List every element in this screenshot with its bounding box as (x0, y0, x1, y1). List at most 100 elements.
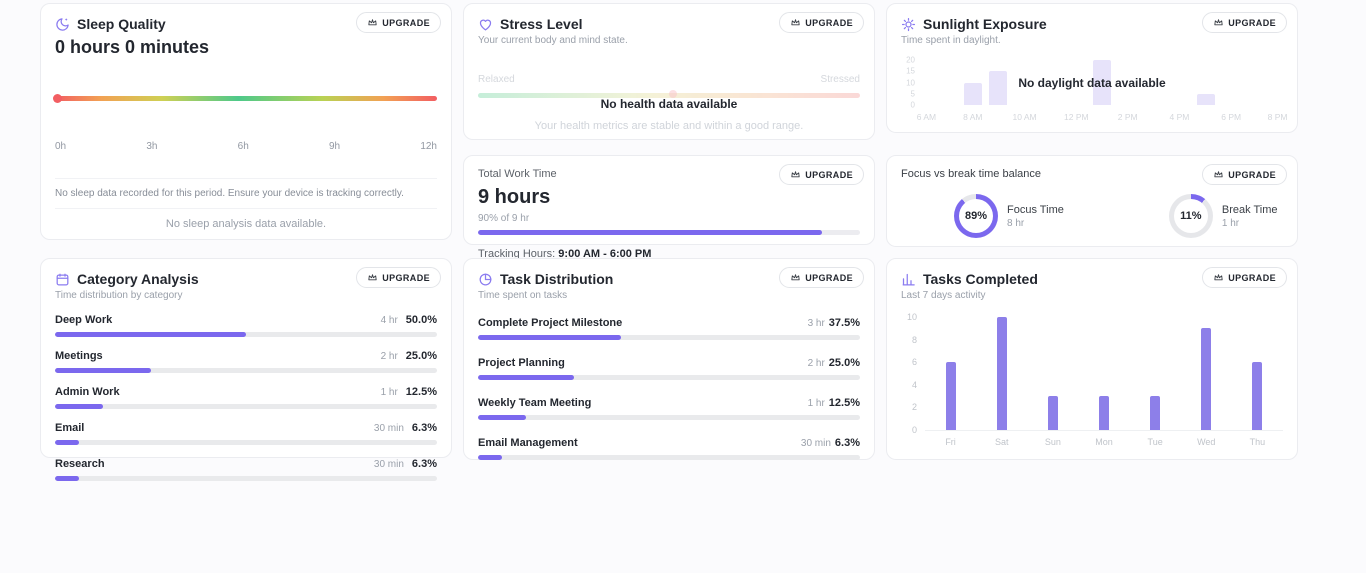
sleep-empty-state: No sleep analysis data available. (165, 218, 327, 230)
work-progress-fill (478, 230, 822, 235)
crown-icon (367, 272, 378, 283)
y-axis-tick: 0 (910, 100, 915, 110)
task-distribution-subtitle: Time spent on tasks (478, 290, 568, 301)
progress-track (55, 440, 437, 445)
category-analysis-card: Category Analysis Time distribution by c… (40, 258, 452, 481)
tasks-bar (1150, 396, 1161, 430)
progress-fill (478, 415, 526, 420)
category-label: Email (55, 422, 85, 434)
task-label: Email Management (478, 437, 578, 449)
progress-fill (478, 375, 574, 380)
upgrade-label: UPGRADE (805, 17, 853, 28)
column-left: Sleep Quality UPGRADE 0 hours 0 minutes … (40, 3, 452, 481)
category-row: Research 30 min 6.3% (55, 458, 437, 481)
upgrade-button[interactable]: UPGRADE (356, 267, 441, 288)
y-axis-tick: 5 (910, 89, 915, 99)
task-distribution-card: Task Distribution Time spent on tasks UP… (463, 258, 875, 460)
upgrade-label: UPGRADE (805, 169, 853, 180)
tasks-bar (1047, 396, 1058, 430)
category-label: Admin Work (55, 386, 120, 398)
y-axis-tick: 0 (911, 425, 917, 435)
task-time: 2 hr (807, 358, 825, 369)
focus-time-label: Focus Time (1007, 203, 1064, 216)
progress-track (478, 415, 860, 420)
tasks-bar (945, 362, 956, 430)
progress-track (55, 332, 437, 337)
tasks-bar (996, 317, 1007, 430)
category-time: 30 min (373, 459, 404, 470)
category-label: Deep Work (55, 314, 113, 326)
y-axis-tick: 2 (911, 402, 917, 413)
break-time-label: Break Time (1221, 203, 1278, 216)
y-axis-tick: 4 (911, 379, 917, 390)
category-label: Meetings (55, 350, 103, 362)
category-percent: 50.0% (405, 314, 437, 326)
stress-empty-title: No health data available (600, 97, 738, 111)
crown-icon (790, 17, 801, 28)
upgrade-button[interactable]: UPGRADE (779, 12, 864, 33)
focus-time-hours: 8 hr (1007, 217, 1025, 229)
crown-icon (1213, 17, 1224, 28)
upgrade-button[interactable]: UPGRADE (779, 164, 864, 185)
y-axis-tick: 6 (911, 357, 917, 368)
progress-track (478, 335, 860, 340)
x-axis-tick: 12 PM (1064, 112, 1089, 122)
break-time-percent: 11% (1173, 199, 1208, 233)
axis-tick: 9h (328, 141, 341, 152)
break-time-hours: 1 hr (1221, 217, 1240, 229)
axis-tick: 6h (237, 141, 249, 152)
progress-fill (478, 335, 622, 340)
heart-icon (478, 17, 493, 32)
category-time: 30 min (373, 423, 404, 434)
calendar-icon (55, 272, 70, 287)
work-time-value: 9 hours (478, 186, 551, 208)
progress-track (55, 476, 437, 481)
tasks-completed-subtitle: Last 7 days activity (901, 290, 986, 301)
category-percent: 6.3% (411, 458, 437, 470)
progress-track (55, 404, 437, 409)
break-time-donut-group: 11% Break Time 1 hr (1168, 194, 1278, 238)
x-axis-tick: 4 PM (1169, 112, 1190, 122)
upgrade-label: UPGRADE (805, 272, 853, 283)
upgrade-button[interactable]: UPGRADE (779, 267, 864, 288)
stress-scale: Relaxed Stressed No health data availabl… (478, 74, 860, 132)
sleep-quality-card: Sleep Quality UPGRADE 0 hours 0 minutes … (40, 3, 452, 240)
category-analysis-subtitle: Time distribution by category (55, 290, 183, 301)
upgrade-button[interactable]: UPGRADE (1202, 267, 1287, 288)
stress-scale-min-label: Relaxed (478, 74, 515, 85)
focus-break-balance-card: Focus vs break time balance UPGRADE 89% … (886, 155, 1298, 247)
category-analysis-title: Category Analysis (77, 271, 199, 287)
column-middle: Stress Level Your current body and mind … (463, 3, 875, 460)
x-axis-tick: 8 PM (1267, 112, 1288, 122)
category-row: Admin Work 1 hr 12.5% (55, 386, 437, 409)
x-axis-tick: Sat (994, 437, 1009, 447)
sleep-quality-scale (53, 94, 437, 103)
stress-level-title: Stress Level (500, 16, 583, 32)
work-progress-track (478, 230, 860, 235)
focus-time-percent: 89% (959, 199, 993, 233)
x-axis-tick: 8 AM (963, 112, 983, 122)
upgrade-button[interactable]: UPGRADE (1202, 12, 1287, 33)
task-label: Project Planning (478, 357, 565, 369)
x-axis-tick: 6 AM (916, 112, 937, 122)
category-percent: 25.0% (405, 350, 437, 362)
task-time: 3 hr (807, 318, 825, 329)
sunlight-x-axis: 6 AM 8 AM 10 AM 12 PM 2 PM 4 PM 6 PM 8 P… (917, 112, 1288, 124)
stress-level-card: Stress Level Your current body and mind … (463, 3, 875, 140)
upgrade-button[interactable]: UPGRADE (1202, 164, 1287, 185)
crown-icon (790, 169, 801, 180)
x-axis-tick: Mon (1095, 437, 1113, 447)
x-axis-tick: Sun (1044, 437, 1061, 447)
y-axis-tick: 15 (906, 66, 915, 76)
progress-track (55, 368, 437, 373)
progress-fill (55, 476, 80, 481)
y-axis-tick: 8 (911, 334, 917, 345)
sunlight-exposure-card: Sunlight Exposure Time spent in daylight… (886, 3, 1298, 133)
upgrade-button[interactable]: UPGRADE (356, 12, 441, 33)
work-progress-caption: 90% of 9 hr (478, 213, 530, 224)
category-time: 2 hr (380, 351, 398, 362)
task-percent: 25.0% (828, 357, 860, 369)
category-label: Research (55, 458, 105, 470)
sleep-note: No sleep data recorded for this period. … (55, 188, 404, 199)
sun-icon (901, 17, 916, 32)
